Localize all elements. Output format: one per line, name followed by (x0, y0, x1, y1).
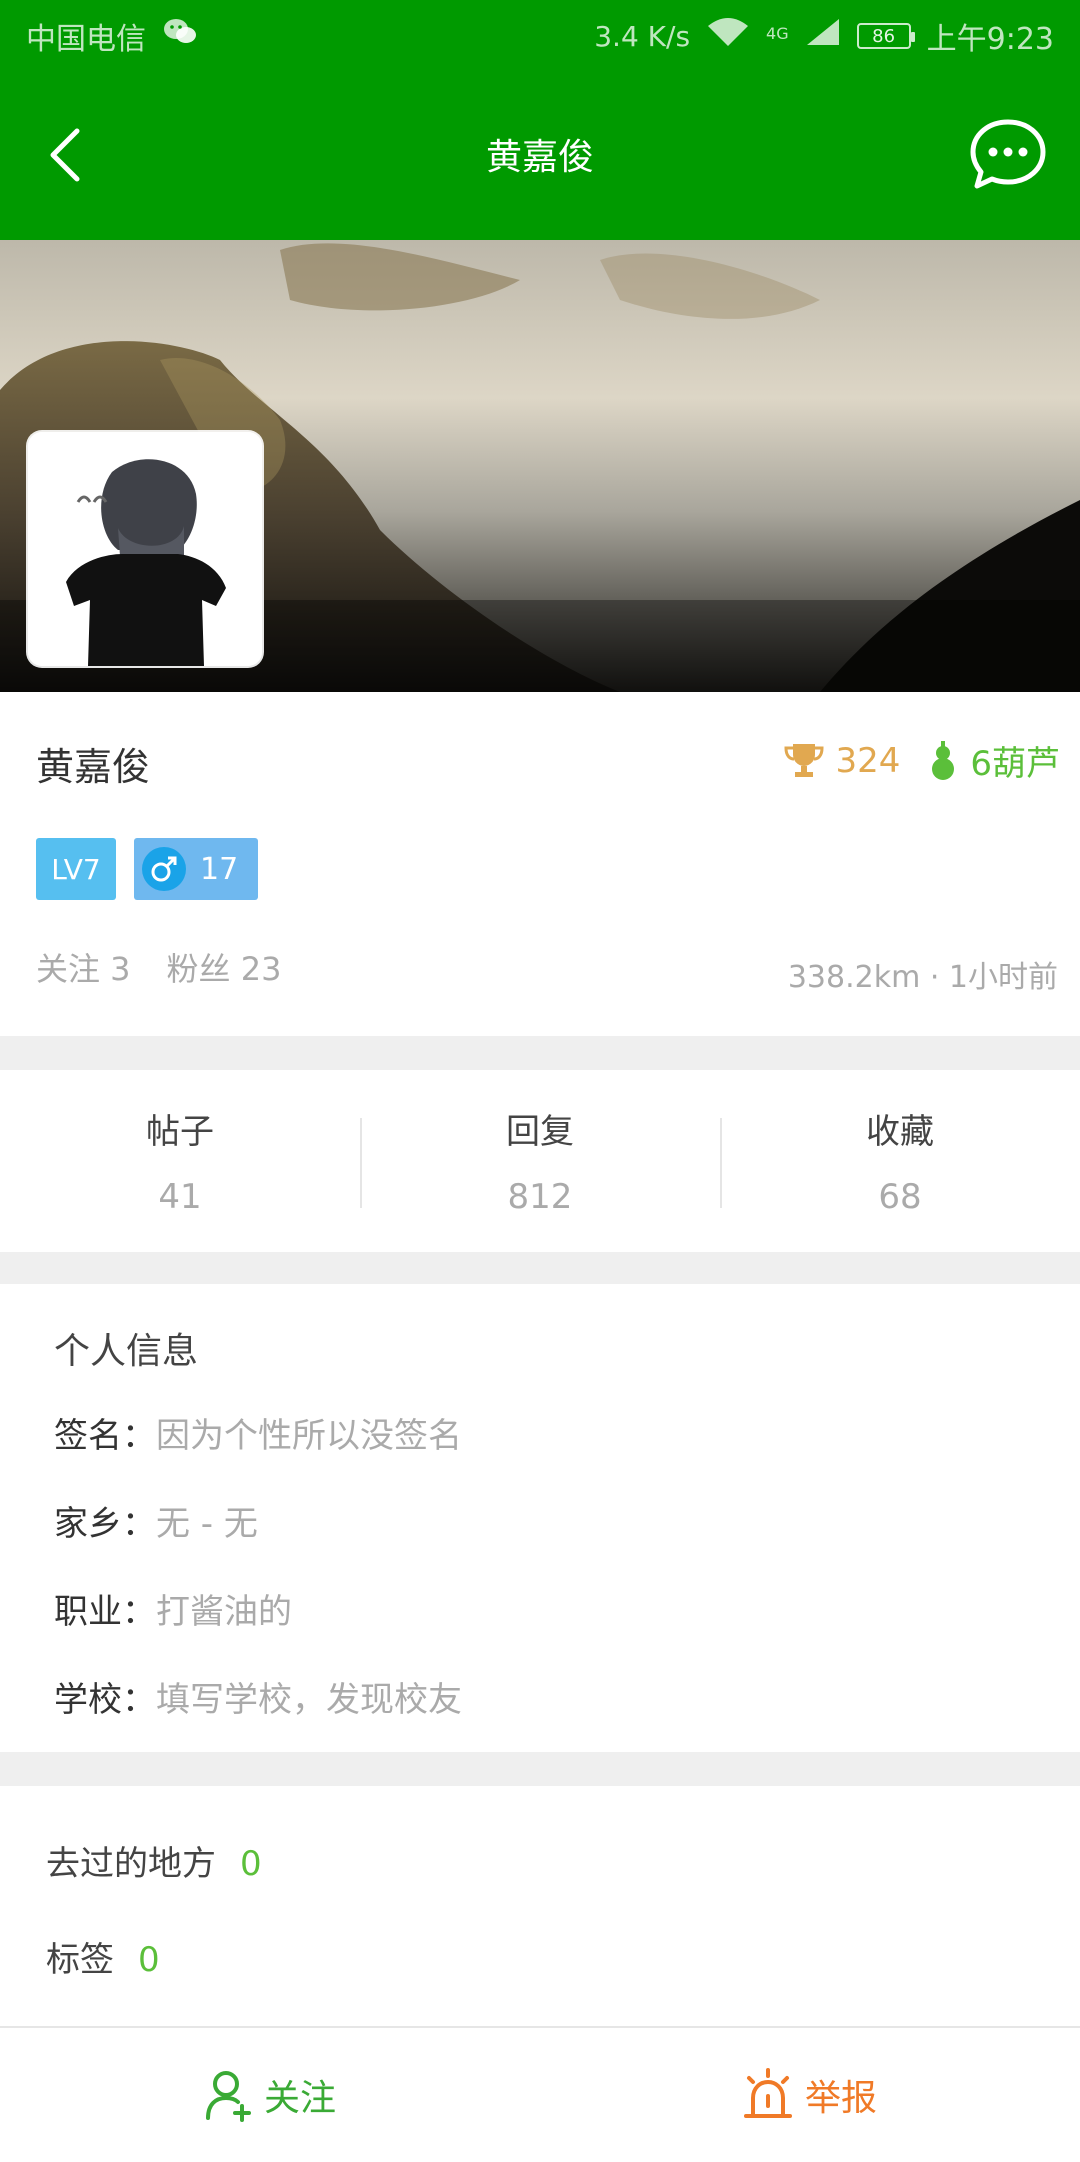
status-left: 中国电信 (26, 14, 198, 58)
status-bar: 中国电信 3.4 K/s 4G 86 上午9:23 (0, 0, 1080, 72)
status-right: 3.4 K/s 4G 86 上午9:23 (594, 14, 1054, 58)
info-value: 填写学校，发现校友 (156, 1680, 462, 1720)
stat-label: 帖子 (146, 1112, 214, 1152)
signal-icon (805, 17, 841, 55)
gourd-count: 6葫芦 (970, 744, 1060, 784)
fans-count[interactable]: 粉丝 23 (167, 944, 282, 990)
chat-bubble-icon (970, 119, 1046, 189)
following-count[interactable]: 关注 3 (36, 944, 131, 990)
network-type: 4G (766, 24, 789, 43)
carrier-label: 中国电信 (26, 22, 146, 57)
stat-replies[interactable]: 回复 812 (360, 1070, 720, 1252)
location-time: 338.2km · 1小时前 (787, 960, 1058, 995)
page-title: 黄嘉俊 (485, 137, 594, 178)
signature-row[interactable]: 签名：因为个性所以没签名 (54, 1408, 462, 1457)
add-user-icon (205, 2071, 251, 2122)
battery-icon: 86 (856, 23, 915, 49)
level-badge: LV7 (36, 838, 116, 900)
avatar-illustration (28, 432, 262, 666)
battery-level: 86 (872, 25, 896, 47)
stat-value: 41 (158, 1177, 202, 1217)
network-speed: 3.4 K/s (594, 19, 691, 53)
age-label: 17 (200, 851, 239, 887)
stat-label: 收藏 (866, 1112, 934, 1152)
honor-row: 324 6葫芦 (783, 736, 1060, 785)
info-value: 无 - 无 (156, 1504, 258, 1544)
trophy-icon (784, 743, 824, 777)
app-bar: 黄嘉俊 (0, 72, 1080, 240)
school-row[interactable]: 学校：填写学校，发现校友 (54, 1672, 462, 1721)
follow-label: 关注 (263, 2078, 336, 2119)
tags-row[interactable]: 标签 0 (46, 1932, 160, 1981)
divider (0, 1252, 1080, 1284)
info-value: 打酱油的 (156, 1592, 292, 1632)
stat-value: 68 (878, 1177, 922, 1217)
follow-button[interactable]: 关注 (0, 2028, 540, 2162)
stat-favorites[interactable]: 收藏 68 (720, 1070, 1080, 1252)
info-label: 职业： (54, 1592, 156, 1632)
visited-places-label: 去过的地方 (46, 1844, 216, 1884)
stat-label: 回复 (506, 1112, 574, 1152)
report-button[interactable]: 举报 (540, 2028, 1080, 2162)
info-value: 因为个性所以没签名 (156, 1416, 462, 1456)
alarm-icon (743, 2068, 792, 2118)
personal-info-section: 个人信息 签名：因为个性所以没签名 家乡：无 - 无 职业：打酱油的 学校：填写… (0, 1284, 1080, 1752)
tags-label: 标签 (46, 1940, 114, 1980)
gender-age-badge: 17 (134, 838, 258, 900)
avatar[interactable] (28, 432, 262, 666)
divider (0, 1036, 1080, 1070)
profile-info: 黄嘉俊 324 6葫芦 LV7 17 关注 3 粉丝 23 338.2km · … (0, 692, 1080, 1036)
gourd-icon (932, 740, 955, 780)
follow-stats: 关注 3 粉丝 23 (36, 944, 281, 990)
tags-count: 0 (138, 1940, 160, 1980)
extras-section: 去过的地方 0 标签 0 (0, 1786, 1080, 2026)
info-label: 签名： (54, 1416, 156, 1456)
section-title: 个人信息 (54, 1331, 199, 1372)
report-label: 举报 (804, 2078, 877, 2119)
wifi-icon (706, 16, 750, 56)
stat-value: 812 (507, 1177, 573, 1217)
bottom-bar: 关注 举报 (0, 2026, 1080, 2162)
hometown-row[interactable]: 家乡：无 - 无 (54, 1496, 258, 1545)
info-label: 学校： (54, 1680, 156, 1720)
male-icon (142, 847, 186, 891)
wechat-icon (162, 17, 198, 55)
visited-places-row[interactable]: 去过的地方 0 (46, 1836, 262, 1885)
trophy-count: 324 (835, 740, 901, 781)
visited-places-count: 0 (240, 1844, 262, 1884)
info-label: 家乡： (54, 1504, 156, 1544)
divider (0, 1752, 1080, 1786)
username: 黄嘉俊 (36, 745, 151, 789)
stats-row: 帖子 41 回复 812 收藏 68 (0, 1070, 1080, 1252)
occupation-row[interactable]: 职业：打酱油的 (54, 1584, 292, 1633)
clock: 上午9:23 (926, 22, 1054, 57)
stat-posts[interactable]: 帖子 41 (0, 1070, 360, 1252)
message-button[interactable] (966, 112, 1050, 196)
